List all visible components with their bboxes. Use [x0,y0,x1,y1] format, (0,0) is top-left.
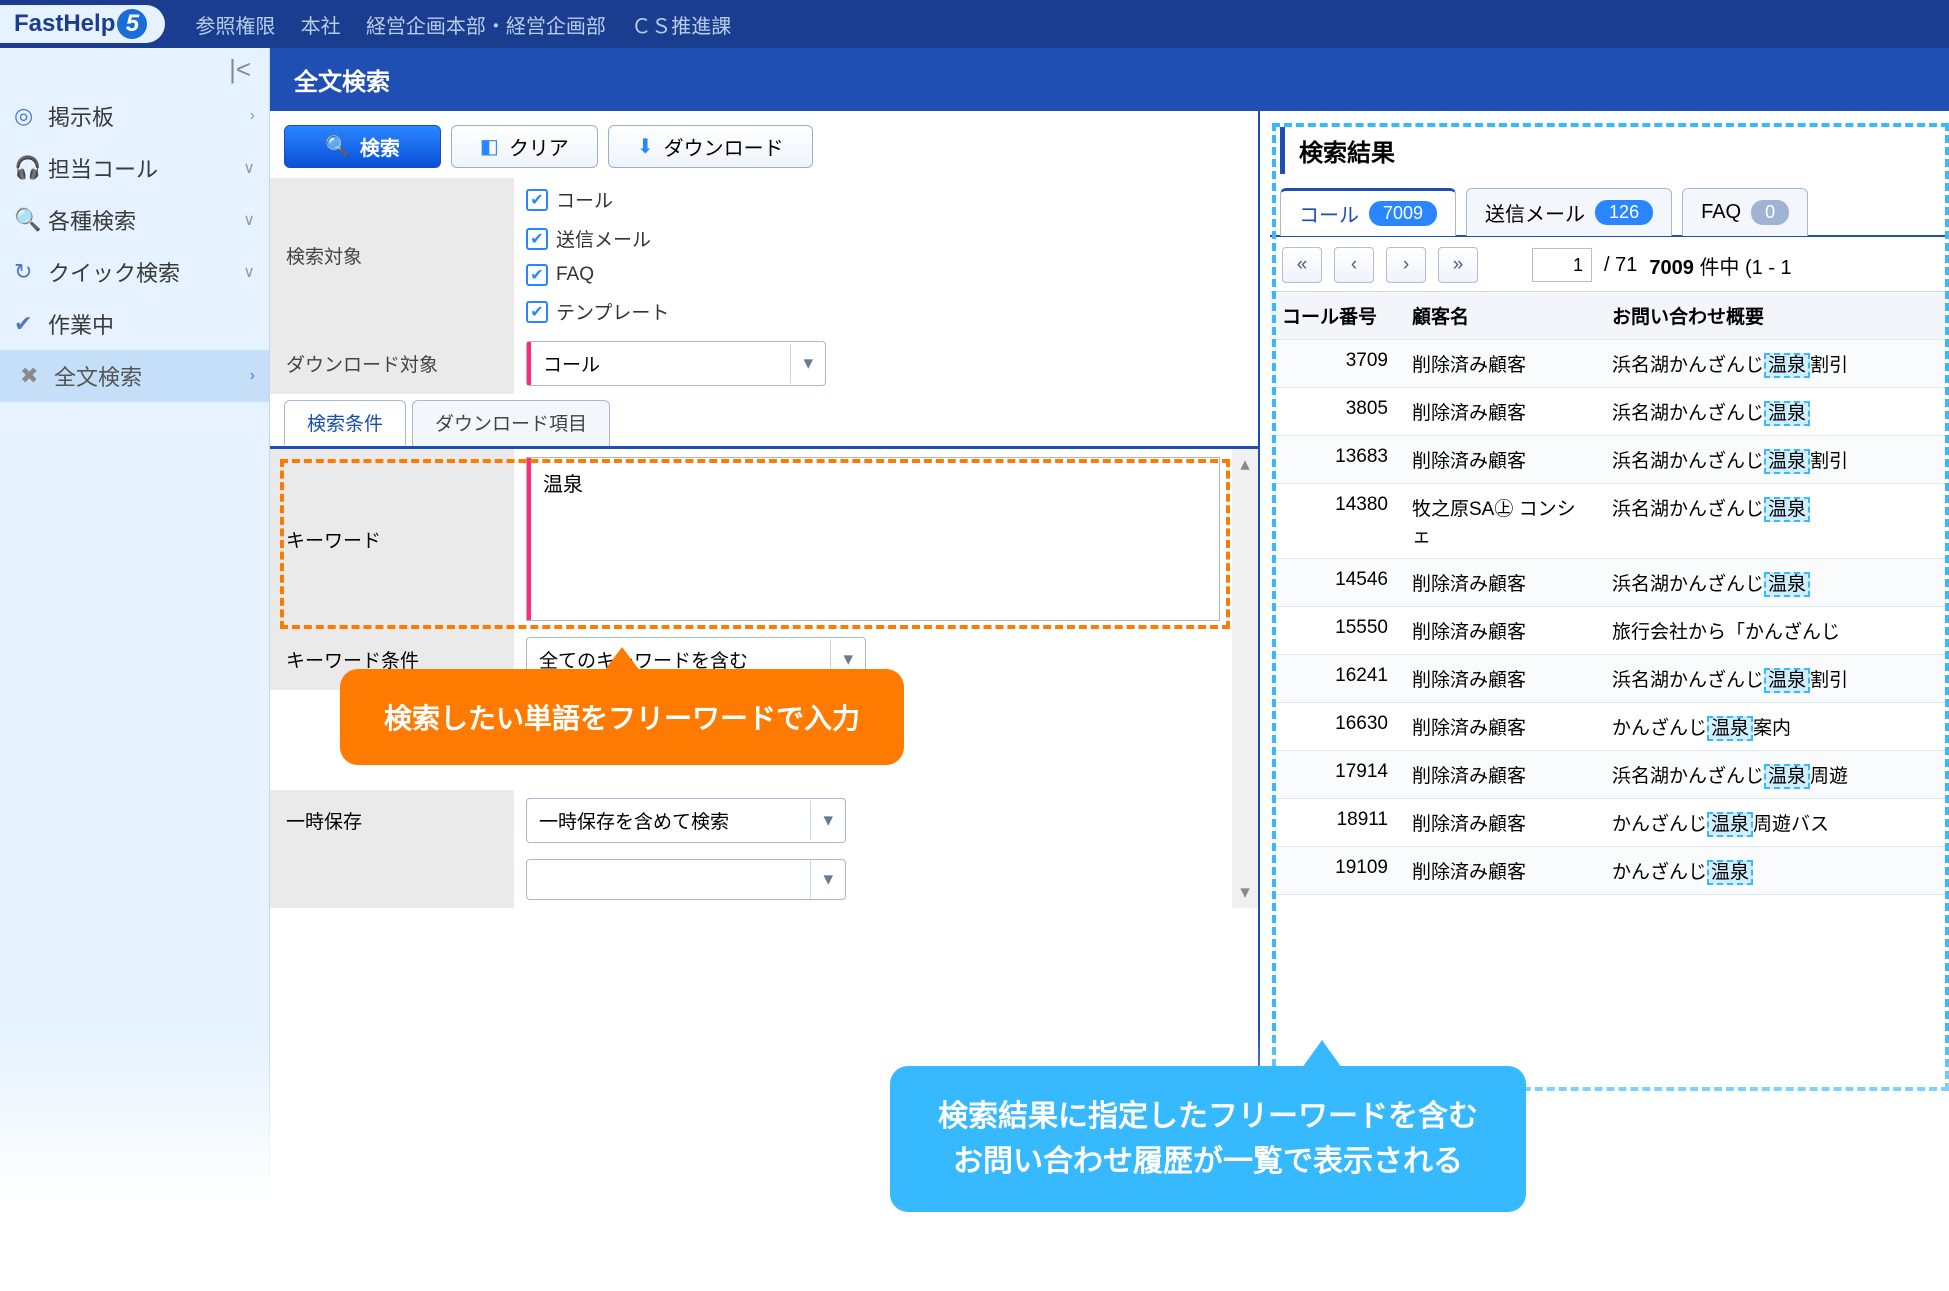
download-button[interactable]: ⬇ ダウンロード [608,125,813,168]
chevron-down-icon[interactable]: ▾ [810,801,845,840]
label-search-target: 検索対象 [270,178,514,333]
refresh-icon: ↻ [14,259,48,285]
table-row[interactable]: 18911削除済み顧客かんざんじ温泉周遊バス [1270,799,1949,847]
tab-conditions[interactable]: 検索条件 [284,400,406,446]
collapse-sidebar-icon[interactable]: |< [0,48,269,90]
label-tempsave: 一時保存 [270,790,514,851]
breadcrumb: 参照権限 本社 経営企画本部・経営企画部 ＣＳ推進課 [195,10,751,39]
sidebar: |< ◎ 掲示板› 🎧 担当コール∨ 🔍 各種検索∨ ↻ クイック検索∨ ✔ 作… [0,48,270,1291]
eraser-icon: ◧ [480,134,499,159]
annotation-callout-results: 検索結果に指定したフリーワードを含むお問い合わせ履歴が一覧で表示される [890,1066,1526,1212]
label-empty [270,851,514,908]
label-dl-target: ダウンロード対象 [270,333,514,394]
check-mail[interactable]: ✔送信メール [526,225,651,252]
pager-last[interactable]: » [1438,247,1478,283]
select-tempsave[interactable]: 一時保存を含めて検索 ▾ [526,798,846,843]
search-icon: 🔍 [14,207,48,233]
col-call-no[interactable]: コール番号 [1270,292,1400,339]
search-button[interactable]: 🔍 検索 [284,125,441,168]
topbar: FastHelp5 参照権限 本社 経営企画本部・経営企画部 ＣＳ推進課 [0,0,1949,48]
select-empty[interactable]: ▾ [526,859,846,900]
headset-icon: 🎧 [14,155,48,181]
page-input[interactable] [1532,248,1592,282]
table-row[interactable]: 14380牧之原SA㊤ コンシェ浜名湖かんざんじ温泉 [1270,484,1949,559]
table-row[interactable]: 13683削除済み顧客浜名湖かんざんじ温泉割引 [1270,436,1949,484]
download-icon: ⬇ [637,134,654,159]
page-title: 全文検索 [270,48,1949,111]
sidebar-item-working[interactable]: ✔ 作業中 [0,298,269,350]
sidebar-item-search[interactable]: 🔍 各種検索∨ [0,194,269,246]
logo: FastHelp5 [0,5,165,43]
table-row[interactable]: 3709削除済み顧客浜名湖かんざんじ温泉割引 [1270,340,1949,388]
results-tab-call[interactable]: コール7009 [1280,188,1456,236]
annotation-callout: 検索したい単語をフリーワードで入力 [340,669,904,765]
keyword-input[interactable]: 温泉 [526,457,1220,621]
tab-dl-items[interactable]: ダウンロード項目 [412,400,610,446]
results-title: 検索結果 [1280,127,1949,174]
col-summary[interactable]: お問い合わせ概要 [1600,292,1949,339]
select-dl-target[interactable]: コール ▾ [526,341,826,386]
col-customer[interactable]: 顧客名 [1400,292,1600,339]
search-icon: 🔍 [325,134,350,159]
table-row[interactable]: 16241削除済み顧客浜名湖かんざんじ温泉割引 [1270,655,1949,703]
label-keyword: キーワード [270,449,514,629]
sidebar-item-board[interactable]: ◎ 掲示板› [0,90,269,142]
close-icon: ✖ [20,363,54,389]
check-template[interactable]: ✔テンプレート [526,298,669,325]
board-icon: ◎ [14,103,48,129]
table-row[interactable]: 19109削除済み顧客かんざんじ温泉 [1270,847,1949,895]
chevron-down-icon[interactable]: ▾ [790,344,825,383]
sidebar-item-fulltext[interactable]: ✖ 全文検索› [0,350,269,402]
check-faq[interactable]: ✔FAQ [526,264,594,286]
check-icon: ✔ [14,311,48,337]
table-row[interactable]: 3805削除済み顧客浜名湖かんざんじ温泉 [1270,388,1949,436]
results-table: コール番号 顧客名 お問い合わせ概要 3709削除済み顧客浜名湖かんざんじ温泉割… [1270,291,1949,895]
table-row[interactable]: 14546削除済み顧客浜名湖かんざんじ温泉 [1270,559,1949,607]
sidebar-item-mycall[interactable]: 🎧 担当コール∨ [0,142,269,194]
pager-next[interactable]: › [1386,247,1426,283]
table-row[interactable]: 15550削除済み顧客旅行会社から「かんざんじ [1270,607,1949,655]
pager-prev[interactable]: ‹ [1334,247,1374,283]
table-row[interactable]: 16630削除済み顧客かんざんじ温泉案内 [1270,703,1949,751]
chevron-down-icon[interactable]: ▾ [810,860,845,899]
clear-button[interactable]: ◧ クリア [451,125,598,168]
sidebar-item-quicksearch[interactable]: ↻ クイック検索∨ [0,246,269,298]
results-tab-faq[interactable]: FAQ0 [1682,188,1808,236]
scrollbar[interactable]: ▴▾ [1232,449,1258,908]
table-row[interactable]: 17914削除済み顧客浜名湖かんざんじ温泉周遊 [1270,751,1949,799]
pager-first[interactable]: « [1282,247,1322,283]
results-tab-mail[interactable]: 送信メール126 [1466,188,1672,236]
check-call[interactable]: ✔コール [526,186,613,213]
